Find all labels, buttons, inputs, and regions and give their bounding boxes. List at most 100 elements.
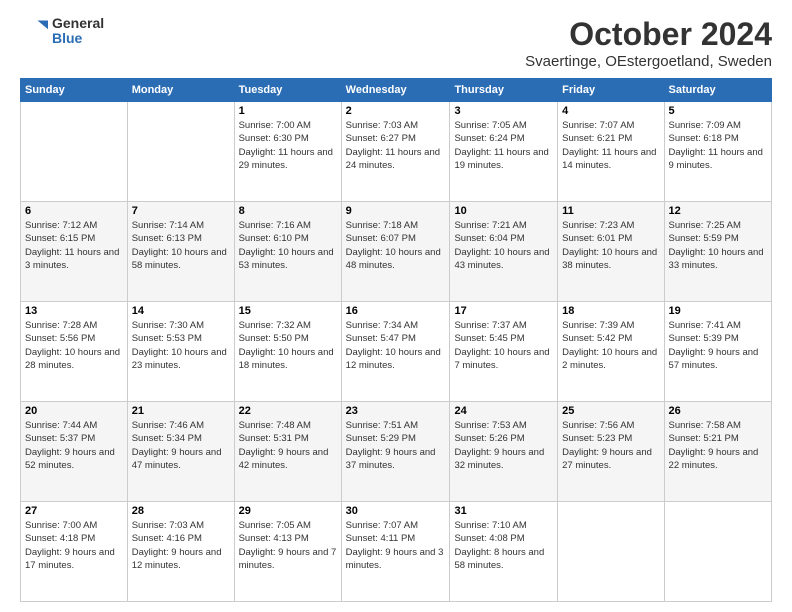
table-row: 3 Sunrise: 7:05 AMSunset: 6:24 PMDaylight… <box>450 102 558 202</box>
header: General Blue October 2024 Svaertinge, OE… <box>20 16 772 70</box>
day-number: 7 <box>132 205 230 217</box>
table-row: 13Sunrise: 7:28 AMSunset: 5:56 PMDayligh… <box>21 302 128 402</box>
logo: General Blue <box>20 16 104 47</box>
day-number: 30 <box>346 505 446 517</box>
table-row: 18Sunrise: 7:39 AMSunset: 5:42 PMDayligh… <box>558 302 664 402</box>
day-number: 21 <box>132 405 230 417</box>
day-info: Sunrise: 7:18 AMSunset: 6:07 PMDaylight:… <box>346 219 446 272</box>
table-row <box>664 502 771 602</box>
page-subtitle: Svaertinge, OEstergoetland, Sweden <box>525 53 772 70</box>
day-info: Sunrise: 7:00 AMSunset: 6:30 PMDaylight:… <box>239 119 337 172</box>
day-info: Sunrise: 7:56 AMSunset: 5:23 PMDaylight:… <box>562 419 659 472</box>
table-row: 5 Sunrise: 7:09 AMSunset: 6:18 PMDaylight… <box>664 102 771 202</box>
calendar-header-row: Sunday Monday Tuesday Wednesday Thursday… <box>21 79 772 102</box>
table-row: 1 Sunrise: 7:00 AMSunset: 6:30 PMDaylight… <box>234 102 341 202</box>
day-info: Sunrise: 7:41 AMSunset: 5:39 PMDaylight:… <box>669 319 767 372</box>
table-row: 6Sunrise: 7:12 AMSunset: 6:15 PMDaylight… <box>21 202 128 302</box>
day-number: 9 <box>346 205 446 217</box>
day-number: 20 <box>25 405 123 417</box>
logo-icon <box>20 17 48 45</box>
day-number: 26 <box>669 405 767 417</box>
page: General Blue October 2024 Svaertinge, OE… <box>0 0 792 612</box>
table-row: 2 Sunrise: 7:03 AMSunset: 6:27 PMDaylight… <box>341 102 450 202</box>
day-info: Sunrise: 7:07 AMSunset: 4:11 PMDaylight:… <box>346 519 446 572</box>
day-info: Sunrise: 7:00 AMSunset: 4:18 PMDaylight:… <box>25 519 123 572</box>
header-sunday: Sunday <box>21 79 128 102</box>
header-tuesday: Tuesday <box>234 79 341 102</box>
day-info: Sunrise: 7:28 AMSunset: 5:56 PMDaylight:… <box>25 319 123 372</box>
table-row: 10 Sunrise: 7:21 AMSunset: 6:04 PMDayligh… <box>450 202 558 302</box>
header-friday: Friday <box>558 79 664 102</box>
table-row <box>127 102 234 202</box>
table-row: 16Sunrise: 7:34 AMSunset: 5:47 PMDayligh… <box>341 302 450 402</box>
day-number: 10 <box>454 205 553 217</box>
table-row: 22 Sunrise: 7:48 AMSunset: 5:31 PMDayligh… <box>234 402 341 502</box>
table-row: 11 Sunrise: 7:23 AMSunset: 6:01 PMDayligh… <box>558 202 664 302</box>
table-row: 8 Sunrise: 7:16 AMSunset: 6:10 PMDaylight… <box>234 202 341 302</box>
day-info: Sunrise: 7:39 AMSunset: 5:42 PMDaylight:… <box>562 319 659 372</box>
day-number: 27 <box>25 505 123 517</box>
day-info: Sunrise: 7:23 AMSunset: 6:01 PMDaylight:… <box>562 219 659 272</box>
day-info: Sunrise: 7:25 AMSunset: 5:59 PMDaylight:… <box>669 219 767 272</box>
table-row: 31Sunrise: 7:10 AMSunset: 4:08 PMDayligh… <box>450 502 558 602</box>
day-info: Sunrise: 7:34 AMSunset: 5:47 PMDaylight:… <box>346 319 446 372</box>
page-title: October 2024 <box>525 16 772 53</box>
day-info: Sunrise: 7:48 AMSunset: 5:31 PMDaylight:… <box>239 419 337 472</box>
day-number: 17 <box>454 305 553 317</box>
day-info: Sunrise: 7:53 AMSunset: 5:26 PMDaylight:… <box>454 419 553 472</box>
table-row: 20 Sunrise: 7:44 AMSunset: 5:37 PMDayligh… <box>21 402 128 502</box>
day-number: 5 <box>669 105 767 117</box>
table-row: 14 Sunrise: 7:30 AMSunset: 5:53 PMDayligh… <box>127 302 234 402</box>
day-number: 11 <box>562 205 659 217</box>
day-info: Sunrise: 7:05 AMSunset: 4:13 PMDaylight:… <box>239 519 337 572</box>
day-info: Sunrise: 7:07 AMSunset: 6:21 PMDaylight:… <box>562 119 659 172</box>
table-row: 25 Sunrise: 7:56 AMSunset: 5:23 PMDayligh… <box>558 402 664 502</box>
table-row: 30 Sunrise: 7:07 AMSunset: 4:11 PMDayligh… <box>341 502 450 602</box>
calendar-table: Sunday Monday Tuesday Wednesday Thursday… <box>20 78 772 602</box>
table-row: 9 Sunrise: 7:18 AMSunset: 6:07 PMDaylight… <box>341 202 450 302</box>
day-number: 3 <box>454 105 553 117</box>
day-info: Sunrise: 7:05 AMSunset: 6:24 PMDaylight:… <box>454 119 553 172</box>
day-number: 15 <box>239 305 337 317</box>
day-info: Sunrise: 7:03 AMSunset: 6:27 PMDaylight:… <box>346 119 446 172</box>
header-wednesday: Wednesday <box>341 79 450 102</box>
day-info: Sunrise: 7:12 AMSunset: 6:15 PMDaylight:… <box>25 219 123 272</box>
table-row: 21 Sunrise: 7:46 AMSunset: 5:34 PMDayligh… <box>127 402 234 502</box>
day-number: 14 <box>132 305 230 317</box>
table-row: 4 Sunrise: 7:07 AMSunset: 6:21 PMDaylight… <box>558 102 664 202</box>
day-number: 29 <box>239 505 337 517</box>
table-row: 7Sunrise: 7:14 AMSunset: 6:13 PMDaylight… <box>127 202 234 302</box>
header-thursday: Thursday <box>450 79 558 102</box>
table-row: 15 Sunrise: 7:32 AMSunset: 5:50 PMDayligh… <box>234 302 341 402</box>
day-info: Sunrise: 7:44 AMSunset: 5:37 PMDaylight:… <box>25 419 123 472</box>
table-row <box>558 502 664 602</box>
table-row: 17Sunrise: 7:37 AMSunset: 5:45 PMDayligh… <box>450 302 558 402</box>
day-info: Sunrise: 7:09 AMSunset: 6:18 PMDaylight:… <box>669 119 767 172</box>
day-info: Sunrise: 7:32 AMSunset: 5:50 PMDaylight:… <box>239 319 337 372</box>
day-number: 31 <box>454 505 553 517</box>
day-number: 2 <box>346 105 446 117</box>
day-info: Sunrise: 7:30 AMSunset: 5:53 PMDaylight:… <box>132 319 230 372</box>
title-block: October 2024 Svaertinge, OEstergoetland,… <box>525 16 772 70</box>
day-info: Sunrise: 7:03 AMSunset: 4:16 PMDaylight:… <box>132 519 230 572</box>
day-number: 25 <box>562 405 659 417</box>
table-row: 19 Sunrise: 7:41 AMSunset: 5:39 PMDayligh… <box>664 302 771 402</box>
table-row: 29 Sunrise: 7:05 AMSunset: 4:13 PMDayligh… <box>234 502 341 602</box>
day-number: 4 <box>562 105 659 117</box>
day-number: 22 <box>239 405 337 417</box>
day-number: 19 <box>669 305 767 317</box>
day-number: 28 <box>132 505 230 517</box>
day-info: Sunrise: 7:51 AMSunset: 5:29 PMDaylight:… <box>346 419 446 472</box>
logo-blue: Blue <box>52 31 104 46</box>
logo-general: General <box>52 16 104 31</box>
day-number: 1 <box>239 105 337 117</box>
day-number: 12 <box>669 205 767 217</box>
header-saturday: Saturday <box>664 79 771 102</box>
day-info: Sunrise: 7:16 AMSunset: 6:10 PMDaylight:… <box>239 219 337 272</box>
table-row: 27 Sunrise: 7:00 AMSunset: 4:18 PMDayligh… <box>21 502 128 602</box>
day-info: Sunrise: 7:21 AMSunset: 6:04 PMDaylight:… <box>454 219 553 272</box>
day-info: Sunrise: 7:46 AMSunset: 5:34 PMDaylight:… <box>132 419 230 472</box>
table-row: 28 Sunrise: 7:03 AMSunset: 4:16 PMDayligh… <box>127 502 234 602</box>
day-number: 8 <box>239 205 337 217</box>
header-monday: Monday <box>127 79 234 102</box>
